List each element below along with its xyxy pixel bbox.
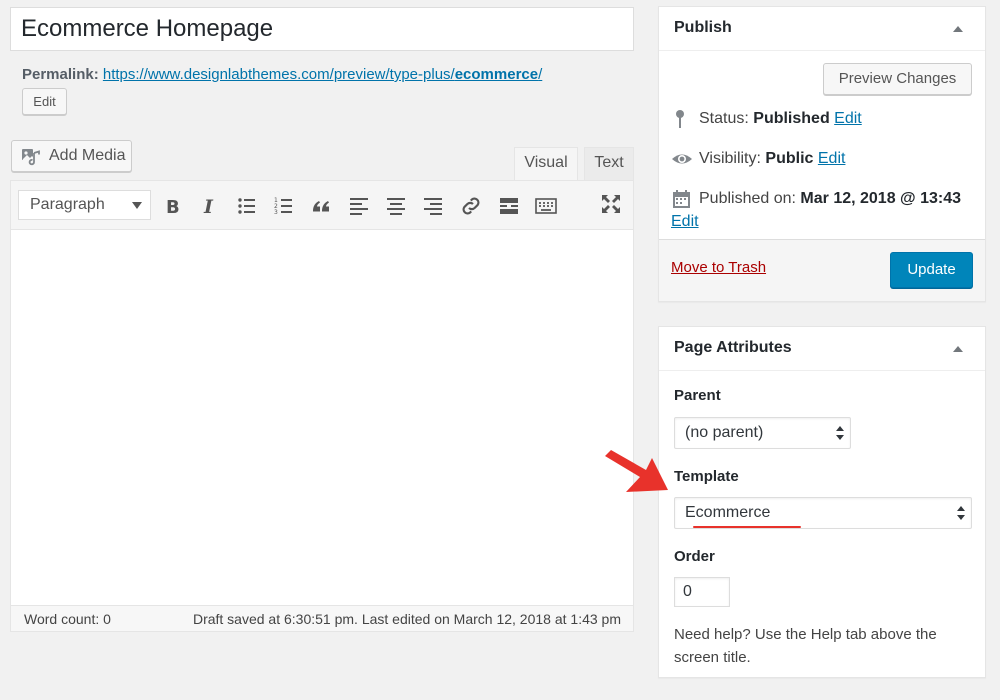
blockquote-icon[interactable] bbox=[309, 194, 333, 218]
link-icon[interactable] bbox=[459, 194, 483, 218]
title-input[interactable]: Ecommerce Homepage bbox=[10, 7, 634, 51]
svg-text:3: 3 bbox=[274, 209, 278, 216]
format-select[interactable]: Paragraph bbox=[18, 190, 151, 220]
visibility-edit-link[interactable]: Edit bbox=[818, 150, 846, 167]
add-media-label: Add Media bbox=[49, 147, 126, 164]
template-label: Template bbox=[674, 468, 739, 485]
italic-icon[interactable]: I bbox=[198, 194, 222, 218]
permalink-edit-button[interactable]: Edit bbox=[22, 88, 67, 115]
svg-text:I: I bbox=[203, 196, 214, 218]
parent-select[interactable]: (no parent) bbox=[674, 417, 851, 449]
collapse-arrow-icon[interactable] bbox=[953, 26, 963, 32]
eye-icon bbox=[671, 149, 693, 169]
publish-actions: Move to Trash Update bbox=[659, 239, 985, 301]
order-label: Order bbox=[674, 548, 715, 565]
permalink-link[interactable]: https://www.designlabthemes.com/preview/… bbox=[103, 66, 542, 83]
visibility-row: Visibility: Public Edit bbox=[671, 149, 845, 169]
editor-toolbar: Paragraph B I 123 bbox=[11, 181, 633, 230]
autosave-status: Draft saved at 6:30:51 pm. Last edited o… bbox=[192, 611, 621, 627]
help-text: Need help? Use the Help tab above the sc… bbox=[674, 626, 937, 666]
permalink-label: Permalink: bbox=[22, 66, 99, 83]
publish-box: Publish Preview Changes Status: Publishe… bbox=[658, 6, 986, 302]
tab-visual[interactable]: Visual bbox=[514, 147, 578, 181]
page-attributes-title: Page Attributes bbox=[674, 339, 792, 356]
bullet-list-icon[interactable] bbox=[235, 194, 259, 218]
collapse-arrow-icon[interactable] bbox=[953, 346, 963, 352]
bold-icon[interactable]: B bbox=[161, 194, 185, 218]
calendar-icon bbox=[671, 189, 693, 209]
publish-box-title: Publish bbox=[674, 19, 732, 36]
chevron-down-icon bbox=[132, 202, 142, 209]
align-right-icon[interactable] bbox=[421, 194, 445, 218]
order-input[interactable]: 0 bbox=[674, 577, 730, 607]
content-editor: Paragraph B I 123 Word count: 0 Draft sa… bbox=[10, 180, 634, 632]
align-center-icon[interactable] bbox=[384, 194, 408, 218]
parent-select-value: (no parent) bbox=[685, 424, 764, 441]
tab-text[interactable]: Text bbox=[584, 147, 634, 181]
toolbar-toggle-icon[interactable] bbox=[534, 194, 558, 218]
editor-content-area[interactable] bbox=[11, 230, 633, 605]
template-select[interactable]: Ecommerce bbox=[674, 497, 972, 529]
editor-statusbar: Word count: 0 Draft saved at 6:30:51 pm.… bbox=[11, 605, 633, 631]
select-arrows-icon bbox=[957, 506, 965, 520]
select-arrows-icon bbox=[836, 426, 844, 440]
read-more-icon[interactable] bbox=[497, 194, 521, 218]
svg-text:B: B bbox=[166, 197, 180, 218]
add-media-button[interactable]: Add Media bbox=[11, 140, 132, 172]
align-left-icon[interactable] bbox=[347, 194, 371, 218]
page-attributes-header[interactable]: Page Attributes bbox=[659, 327, 985, 371]
highlight-underline bbox=[693, 526, 801, 528]
published-on-edit-link[interactable]: Edit bbox=[671, 213, 699, 231]
status-edit-link[interactable]: Edit bbox=[834, 110, 862, 127]
format-select-value: Paragraph bbox=[30, 196, 105, 213]
move-to-trash-link[interactable]: Move to Trash bbox=[671, 259, 766, 276]
template-select-value: Ecommerce bbox=[685, 504, 771, 521]
visibility-value: Public bbox=[765, 150, 814, 168]
parent-label: Parent bbox=[674, 387, 721, 404]
status-value: Published bbox=[753, 110, 830, 128]
fullscreen-icon[interactable] bbox=[599, 192, 623, 216]
pin-icon bbox=[671, 109, 693, 129]
update-button[interactable]: Update bbox=[890, 252, 973, 288]
media-icon bbox=[21, 146, 41, 166]
word-count: Word count: 0 bbox=[24, 611, 111, 627]
publish-box-header[interactable]: Publish bbox=[659, 7, 985, 51]
annotation-arrow-icon bbox=[605, 450, 668, 492]
published-on-row: Published on: Mar 12, 2018 @ 13:43 bbox=[671, 189, 961, 209]
permalink: Permalink: https://www.designlabthemes.c… bbox=[22, 66, 542, 83]
preview-changes-button[interactable]: Preview Changes bbox=[823, 63, 972, 95]
page-attributes-box: Page Attributes Parent (no parent) Templ… bbox=[658, 326, 986, 678]
published-on-value: Mar 12, 2018 @ 13:43 bbox=[800, 190, 962, 208]
status-row: Status: Published Edit bbox=[671, 109, 862, 129]
numbered-list-icon[interactable]: 123 bbox=[272, 194, 296, 218]
